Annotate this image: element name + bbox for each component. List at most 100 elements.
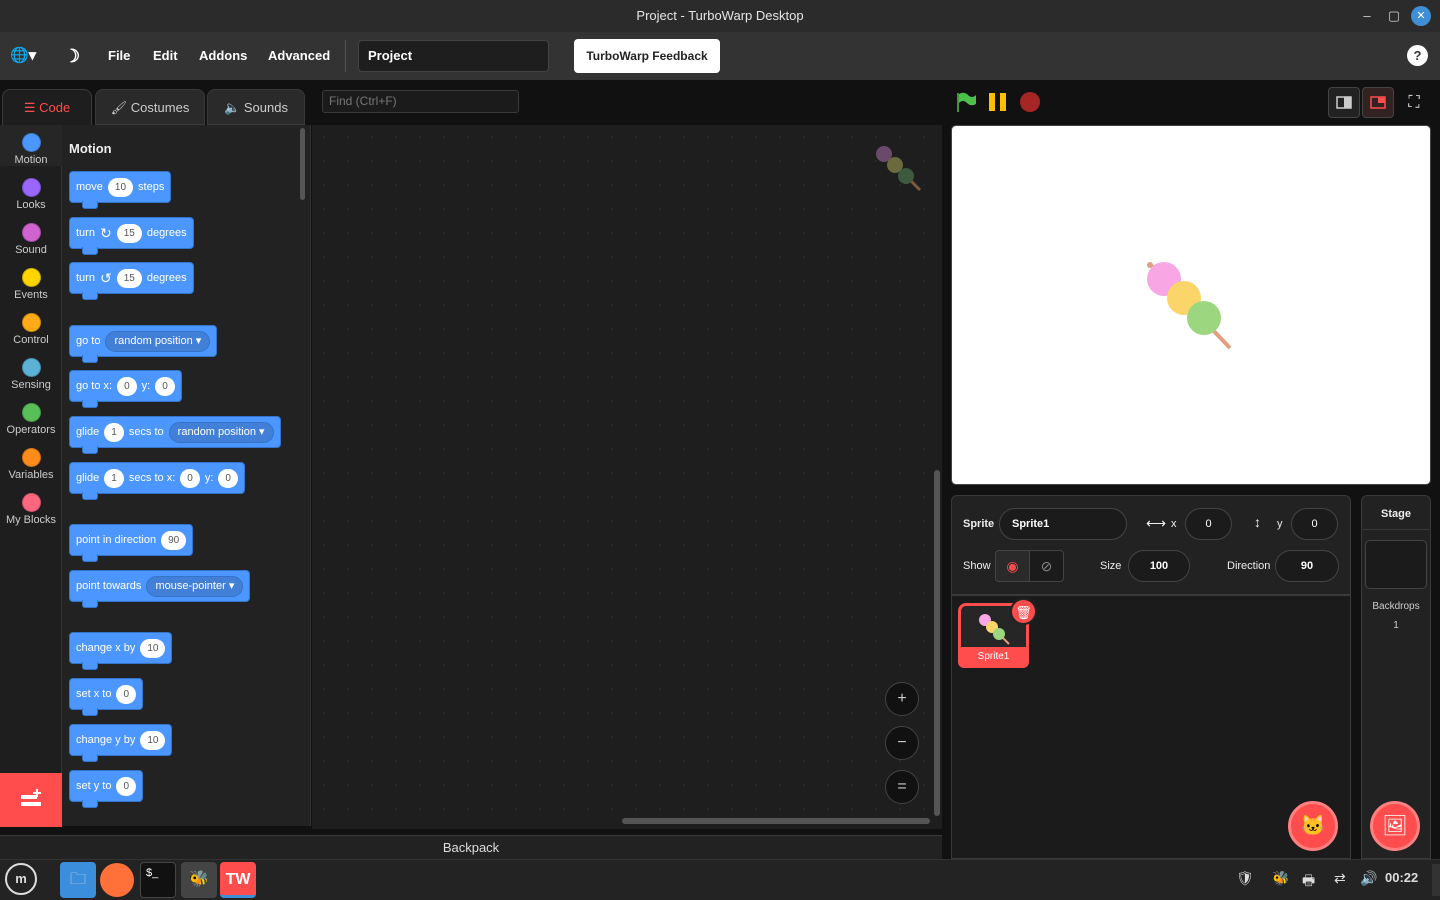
close-button[interactable]: ✕ bbox=[1411, 6, 1431, 26]
block-point-direction[interactable]: point in direction 90 bbox=[69, 524, 194, 562]
y-input[interactable]: 0 bbox=[218, 468, 238, 488]
x-input[interactable]: 0 bbox=[117, 376, 137, 396]
workspace-horizontal-scrollbar[interactable] bbox=[622, 818, 930, 824]
mint-menu-icon[interactable]: m bbox=[5, 863, 37, 895]
category-control[interactable]: Control bbox=[0, 305, 62, 346]
network-icon[interactable]: ⇄ bbox=[1334, 870, 1346, 887]
tab-costumes[interactable]: 🖌 Costumes bbox=[95, 89, 205, 125]
zoom-in-button[interactable]: + bbox=[885, 682, 919, 716]
block-go-to[interactable]: go to random position ▾ bbox=[69, 325, 218, 363]
show-desktop-button[interactable] bbox=[1432, 864, 1440, 896]
shield-icon[interactable]: 🛡 bbox=[1236, 870, 1254, 887]
secs-input[interactable]: 1 bbox=[104, 468, 124, 488]
update-icon[interactable]: 🐝 bbox=[1272, 870, 1289, 887]
x-input[interactable]: 10 bbox=[140, 638, 166, 658]
files-app-icon[interactable]: 🗀 bbox=[60, 862, 96, 898]
stage-thumbnail[interactable] bbox=[1365, 540, 1427, 589]
block-turn-left[interactable]: turn ↺ 15 degrees bbox=[69, 262, 194, 300]
palette-scrollbar[interactable] bbox=[300, 128, 305, 200]
block-point-towards[interactable]: point towards mouse-pointer ▾ bbox=[69, 570, 251, 608]
category-my-blocks[interactable]: My Blocks bbox=[0, 485, 62, 526]
bee-app-icon[interactable]: 🐝 bbox=[181, 862, 217, 898]
block-glide-to[interactable]: glide 1 secs to random position ▾ bbox=[69, 416, 281, 454]
delete-sprite-trash-icon[interactable]: 🗑 bbox=[1010, 598, 1037, 625]
rotate-right-icon: ↻ bbox=[99, 224, 112, 241]
show-label: Show bbox=[963, 560, 991, 572]
maximize-button[interactable]: ▢ bbox=[1383, 0, 1405, 32]
category-looks[interactable]: Looks bbox=[0, 170, 62, 211]
zoom-reset-button[interactable]: = bbox=[885, 770, 919, 804]
stage-canvas[interactable] bbox=[951, 125, 1431, 485]
zoom-out-button[interactable]: − bbox=[885, 726, 919, 760]
towards-dropdown[interactable]: mouse-pointer ▾ bbox=[146, 575, 244, 597]
firefox-app-icon[interactable] bbox=[100, 863, 134, 897]
language-icon[interactable]: 🌐▾ bbox=[10, 32, 36, 80]
category-color-dot bbox=[21, 178, 41, 197]
secs-input[interactable]: 1 bbox=[104, 422, 124, 442]
menu-advanced[interactable]: Advanced bbox=[268, 32, 330, 80]
project-title-input[interactable]: Project bbox=[358, 40, 549, 72]
choose-backdrop-image-icon[interactable]: 🖼 bbox=[1370, 801, 1420, 851]
y-input[interactable]: 0 bbox=[155, 376, 175, 396]
x-input[interactable]: 0 bbox=[1185, 508, 1232, 540]
script-workspace[interactable] bbox=[312, 125, 942, 829]
block-change-y[interactable]: change y by 10 bbox=[69, 724, 173, 762]
show-visible-eye-icon[interactable]: ◉ bbox=[995, 550, 1030, 582]
block-turn-right[interactable]: turn ↻ 15 degrees bbox=[69, 217, 194, 255]
steps-input[interactable]: 10 bbox=[107, 177, 134, 197]
backpack-header[interactable]: Backpack bbox=[0, 835, 942, 859]
block-set-x[interactable]: set x to 0 bbox=[69, 678, 144, 716]
menu-edit[interactable]: Edit bbox=[153, 32, 178, 80]
sprite-watermark bbox=[876, 146, 922, 192]
sprite-name-input[interactable]: Sprite1 bbox=[999, 508, 1127, 540]
block-go-to-xy[interactable]: go to x: 0 y: 0 bbox=[69, 370, 182, 408]
degrees-input[interactable]: 15 bbox=[116, 223, 142, 243]
size-input[interactable]: 100 bbox=[1128, 550, 1190, 582]
direction-input[interactable]: 90 bbox=[161, 530, 187, 550]
printer-icon[interactable]: 🖶 bbox=[1302, 870, 1315, 894]
block-set-y[interactable]: set y to 0 bbox=[69, 770, 144, 808]
pause-icon[interactable] bbox=[988, 93, 1008, 111]
clock[interactable]: 00:22 bbox=[1385, 870, 1418, 885]
category-variables[interactable]: Variables bbox=[0, 440, 62, 481]
find-input[interactable]: Find (Ctrl+F) bbox=[322, 90, 519, 113]
green-flag-icon[interactable] bbox=[955, 91, 977, 113]
small-stage-button[interactable] bbox=[1328, 87, 1360, 118]
y-input[interactable]: 0 bbox=[116, 776, 137, 796]
x-input[interactable]: 0 bbox=[116, 684, 137, 704]
menu-file[interactable]: File bbox=[108, 32, 130, 80]
y-input[interactable]: 10 bbox=[140, 730, 166, 750]
fullscreen-icon[interactable]: ⛶ bbox=[1398, 87, 1430, 118]
theme-icon[interactable]: ☽ bbox=[64, 32, 80, 80]
add-extension-button[interactable] bbox=[0, 773, 62, 827]
show-hidden-eye-icon[interactable]: ⊘ bbox=[1029, 550, 1064, 582]
help-icon[interactable]: ? bbox=[1407, 45, 1428, 66]
stop-icon[interactable] bbox=[1020, 92, 1040, 112]
volume-icon[interactable]: 🔊 bbox=[1360, 870, 1377, 887]
category-sensing[interactable]: Sensing bbox=[0, 350, 62, 391]
category-operators[interactable]: Operators bbox=[0, 395, 62, 436]
direction-input[interactable]: 90 bbox=[1275, 550, 1339, 582]
block-move-steps[interactable]: move 10 steps bbox=[69, 171, 172, 209]
tab-sounds[interactable]: 🔈 Sounds bbox=[207, 89, 305, 125]
target-dropdown[interactable]: random position ▾ bbox=[168, 421, 274, 443]
block-glide-xy[interactable]: glide 1 secs to x: 0 y: 0 bbox=[69, 462, 245, 500]
menu-addons[interactable]: Addons bbox=[199, 32, 247, 80]
category-sound[interactable]: Sound bbox=[0, 215, 62, 256]
terminal-app-icon[interactable]: $_ bbox=[140, 862, 176, 898]
y-input[interactable]: 0 bbox=[1291, 508, 1338, 540]
minimize-button[interactable]: – bbox=[1356, 0, 1378, 32]
choose-sprite-cat-icon[interactable]: 🐱 bbox=[1288, 801, 1338, 851]
target-dropdown[interactable]: random position ▾ bbox=[105, 330, 211, 352]
x-input[interactable]: 0 bbox=[180, 468, 200, 488]
sprite-on-stage[interactable] bbox=[1142, 256, 1242, 356]
turbowarp-app-icon[interactable]: TW bbox=[220, 862, 256, 898]
block-change-x[interactable]: change x by 10 bbox=[69, 632, 173, 670]
category-motion[interactable]: Motion bbox=[0, 125, 62, 166]
tab-code[interactable]: ☰ Code bbox=[2, 89, 92, 125]
category-events[interactable]: Events bbox=[0, 260, 62, 301]
feedback-button[interactable]: TurboWarp Feedback bbox=[574, 39, 720, 73]
workspace-vertical-scrollbar[interactable] bbox=[934, 470, 940, 816]
degrees-input[interactable]: 15 bbox=[116, 268, 142, 288]
large-stage-button[interactable] bbox=[1362, 87, 1394, 118]
